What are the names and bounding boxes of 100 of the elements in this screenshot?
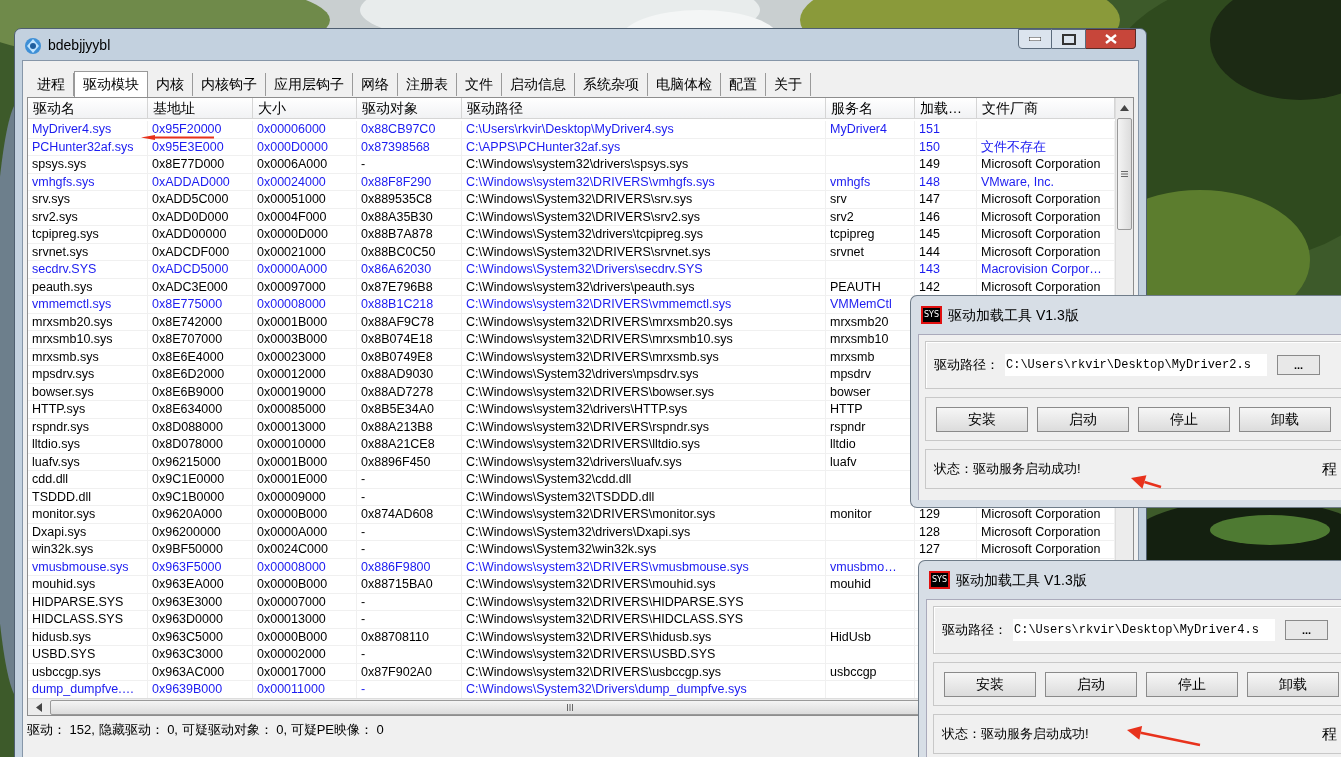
table-cell: HIDPARSE.SYS [32,594,124,609]
table-cell: spsys.sys [32,157,87,171]
table-cell: 0x8B0749E8 [361,349,433,364]
table-row[interactable]: win32k.sys 0x9BF50000 0x0024C000 - C:\Windows\System32\win32k.sys 127 Microsoft Corporation [28,541,1115,559]
table-cell: tcpipreg.sys [32,227,99,241]
browse-button[interactable]: ... [1277,355,1320,375]
table-cell: C:\APPS\PCHunter32af.sys [466,139,621,154]
table-cell: 0xADCD5000 [152,262,229,276]
scroll-thumb[interactable] [1117,118,1132,230]
table-cell: 0x88F8F290 [361,174,432,189]
tab[interactable]: 驱动模块 [74,71,148,97]
table-cell: Microsoft Corporation [981,524,1101,539]
scroll-up-icon [1120,105,1129,111]
table-cell: C:\Windows\system32\DRIVERS\mrxsmb.sys [466,349,719,364]
table-cell: 0x00008000 [257,559,326,574]
table-cell: 0x87F902A0 [361,664,432,679]
table-cell: 0x00010000 [257,437,326,451]
column-header[interactable]: 驱动路径 [462,98,826,119]
table-cell: 0x0006A000 [257,157,328,171]
table-cell: monitor.sys [32,507,96,521]
table-cell: 0x00008000 [257,297,326,311]
table-row[interactable]: srvnet.sys 0xADCDF000 0x00021000 0x88BC0C50 C:\Windows\System32\DRIVERS\srvnet.sys srvnet 144 Microsoft Corporation [28,243,1115,261]
minimize-button[interactable] [1018,29,1052,49]
table-cell: C:\Windows\system32\DRIVERS\rspndr.sys [466,419,710,434]
table-cell: vmhgfs [830,174,871,189]
table-cell: 0x88AF9C78 [361,314,434,329]
table-cell: vmusbmo… [830,559,897,574]
table-row[interactable]: PCHunter32af.sys 0x95E3E000 0x000D0000 0x87398568 C:\APPS\PCHunter32af.sys 150 文件不存在 [28,138,1115,156]
table-cell: 0x00051000 [257,192,326,206]
table-cell: 146 [919,209,940,224]
table-cell: 0x963C3000 [152,647,223,661]
table-row[interactable]: vmhgfs.sys 0xADDAD000 0x00024000 0x88F8F290 C:\Windows\system32\DRIVERS\vmhgfs.sys vmhgfs 148 VMware, Inc. [28,173,1115,191]
table-cell: C:\Windows\system32\DRIVERS\HIDPARSE.SYS [466,594,744,609]
table-row[interactable]: spsys.sys 0x8E77D000 0x0006A000 - C:\Windows\system32\drivers\spsys.sys 149 Microsoft Corporation [28,156,1115,174]
table-cell: 0x00013000 [257,419,326,434]
table-cell: - [361,594,366,609]
table-row[interactable]: srv.sys 0xADD5C000 0x00051000 0x889535C8 C:\Windows\System32\DRIVERS\srv.sys srv 147 Microsoft Corporation [28,191,1115,209]
action-button[interactable]: 停止 [1146,671,1238,697]
table-cell: 0x88B1C218 [361,297,434,311]
path-field[interactable]: C:\Users\rkvir\Desktop\MyDriver4.s [1013,619,1275,641]
column-header[interactable]: 加载… [915,98,977,119]
column-header[interactable]: 大小 [253,98,357,119]
table-cell: 0x88A213B8 [361,419,433,434]
table-row[interactable]: Dxapi.sys 0x96200000 0x0000A000 - C:\Windows\System32\drivers\Dxapi.sys 128 Microsoft Corporation [28,523,1115,541]
table-cell: mrxsmb.sys [32,349,99,364]
column-header[interactable]: 驱动对象 [357,98,462,119]
action-button[interactable]: 停止 [1138,406,1230,432]
path-field[interactable]: C:\Users\rkvir\Desktop\MyDriver2.s [1005,354,1267,376]
table-cell: 0x8E6D2000 [152,367,225,381]
status-text: 状态：驱动服务启动成功! [942,725,1089,744]
table-cell: C:\Windows\system32\DRIVERS\mrxsmb20.sys [466,314,733,329]
table-cell: mouhid.sys [32,577,96,591]
action-button[interactable]: 卸载 [1247,671,1339,697]
table-cell: 144 [919,244,940,259]
table-cell: 0x00023000 [257,349,326,364]
table-cell: VMware, Inc. [981,174,1054,189]
column-header[interactable]: 驱动名 [28,98,148,119]
table-row[interactable]: srv2.sys 0xADD0D000 0x0004F000 0x88A35B30 C:\Windows\System32\DRIVERS\srv2.sys srv2 146 Microsoft Corporation [28,208,1115,226]
action-button[interactable]: 卸载 [1239,406,1331,432]
table-cell: C:\Windows\System32\Drivers\dump_dumpfve.sys [466,682,747,696]
action-button[interactable]: 启动 [1045,671,1137,697]
table-cell: C:\Windows\system32\DRIVERS\vmhgfs.sys [466,174,715,189]
table-cell: 129 [919,507,940,521]
table-cell: 148 [919,174,940,189]
table-cell: HIDCLASS.SYS [32,612,123,626]
app-logo: SYS [921,306,943,324]
table-cell: 147 [919,192,940,206]
table-cell: luafv.sys [32,454,80,469]
table-cell: 0x88715BA0 [361,577,433,591]
table-cell: mrxsmb20 [830,314,889,329]
action-button[interactable]: 启动 [1037,406,1129,432]
table-row[interactable]: secdrv.SYS 0xADCD5000 0x0000A000 0x86A62030 C:\Windows\System32\Drivers\secdrv.SYS 143 Macrovision Corpor… [28,261,1115,279]
table-cell: 0x00006000 [257,122,326,136]
action-button[interactable]: 安装 [936,406,1028,432]
table-cell: C:\Windows\System32\TSDDD.dll [466,489,655,504]
table-cell: peauth.sys [32,279,93,294]
table-cell: C:\Windows\system32\DRIVERS\lltdio.sys [466,437,701,451]
table-cell: vmmemctl.sys [32,297,112,311]
close-button[interactable] [1086,29,1136,49]
table-cell: 0x000D0000 [257,139,328,154]
column-header[interactable]: 基地址 [148,98,253,119]
table-cell: C:\Windows\System32\win32k.sys [466,542,657,556]
table-cell: C:\Windows\system32\DRIVERS\USBD.SYS [466,647,716,661]
table-cell: 0x0000D000 [257,227,328,241]
table-row[interactable]: MyDriver4.sys 0x95F20000 0x00006000 0x88CB97C0 C:\Users\rkvir\Desktop\MyDriver4.sys MyDriver4 151 [28,121,1115,139]
maximize-button[interactable] [1052,29,1086,49]
side-text: 程 [1322,458,1337,479]
table-cell: 0x88708110 [361,629,429,644]
table-cell: 0x00011000 [257,682,325,696]
browse-button[interactable]: ... [1285,620,1328,640]
table-row[interactable]: tcpipreg.sys 0xADD00000 0x0000D000 0x88B7A878 C:\Windows\System32\drivers\tcpipreg.sys tcpipreg 145 Microsoft Corporation [28,226,1115,244]
column-header[interactable]: 服务名 [826,98,915,119]
table-cell: 0x874AD608 [361,507,434,521]
table-cell: 0x96215000 [152,454,221,469]
table-cell: 0x8D088000 [152,419,223,434]
table-cell: 0x9639B000 [152,682,223,696]
table-cell: 0x0000A000 [257,524,328,539]
table-cell: 0x88CB97C0 [361,122,436,136]
action-button[interactable]: 安装 [944,671,1036,697]
table-cell: 0x00013000 [257,612,326,626]
